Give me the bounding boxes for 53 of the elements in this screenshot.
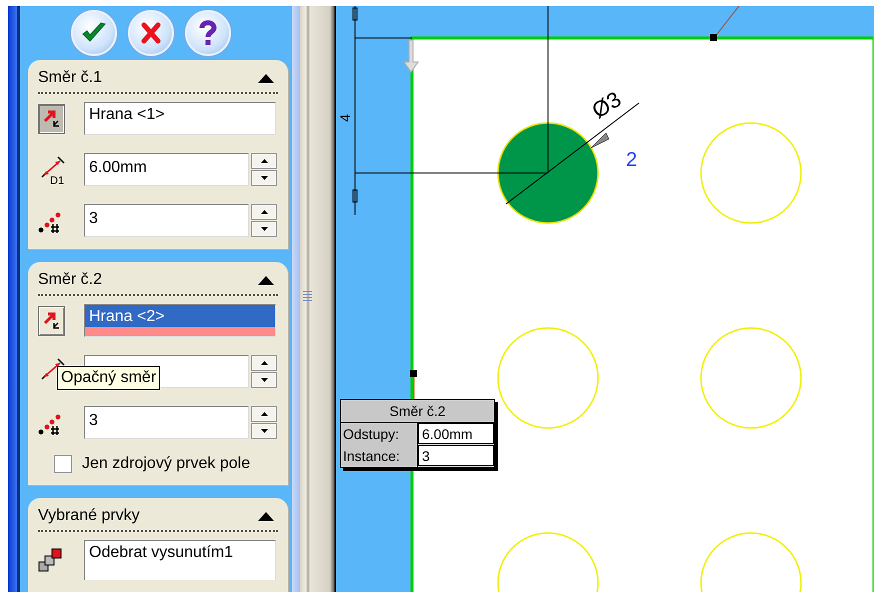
ok-button[interactable] <box>71 10 117 56</box>
down-arrow-icon <box>260 378 268 382</box>
direction-arrows-icon <box>42 312 60 330</box>
selection-field[interactable]: Hrana <1> <box>84 102 276 135</box>
callout-value-field[interactable]: 3 <box>418 445 494 466</box>
up-arrow-icon <box>260 412 268 416</box>
down-arrow-icon <box>260 429 268 433</box>
close-icon <box>141 22 161 44</box>
spin-up-button[interactable] <box>251 355 277 371</box>
spin-down-button[interactable] <box>251 221 277 237</box>
spin-up-button[interactable] <box>251 204 277 220</box>
hole-circle[interactable] <box>497 122 599 224</box>
handle-point[interactable] <box>710 34 717 41</box>
instances-field[interactable]: 3 <box>84 204 249 237</box>
grip-icon <box>303 291 312 301</box>
collapse-icon[interactable] <box>258 74 274 82</box>
instances-field[interactable]: 3 <box>84 406 249 439</box>
splitter[interactable] <box>300 6 336 592</box>
spin-down-button[interactable] <box>251 423 277 439</box>
selection-field[interactable]: Hrana <2> <box>84 304 276 337</box>
group-title: Směr č.1 <box>38 69 102 87</box>
up-arrow-icon <box>260 159 268 163</box>
spin-down-button[interactable] <box>251 372 277 388</box>
list-item[interactable]: Odebrat vysunutím1 <box>89 544 271 562</box>
collapse-icon[interactable] <box>258 276 274 284</box>
checkbox[interactable] <box>54 455 72 473</box>
down-arrow-icon <box>260 227 268 231</box>
checkbox-label: Jen zdrojový prvek pole <box>82 455 250 473</box>
spacing-field[interactable]: 6.00mm <box>84 153 249 186</box>
help-button[interactable] <box>185 10 231 56</box>
up-arrow-icon <box>260 361 268 365</box>
spin-up-button[interactable] <box>251 153 277 169</box>
reverse-direction-button[interactable] <box>38 306 65 336</box>
up-arrow-icon <box>260 210 268 214</box>
tooltip: Opačný směr <box>57 366 160 390</box>
instance-label: 2 <box>626 149 638 171</box>
direction-arrows-icon <box>42 110 60 128</box>
dimension-value: 4 <box>337 114 353 122</box>
spin-up-button[interactable] <box>251 406 277 422</box>
diameter-dimension: Ø3 <box>587 86 626 124</box>
group-title: Vybrané prvky <box>38 507 140 525</box>
collapse-icon[interactable] <box>258 512 274 520</box>
reverse-direction-button[interactable] <box>38 104 65 134</box>
down-arrow-icon <box>403 40 419 73</box>
question-mark-icon <box>199 20 217 46</box>
handle-point[interactable] <box>410 370 417 377</box>
spin-down-button[interactable] <box>251 170 277 186</box>
down-arrow-icon <box>260 176 268 180</box>
cancel-button[interactable] <box>128 10 174 56</box>
features-list[interactable]: Odebrat vysunutím1 <box>84 540 276 580</box>
group-title: Směr č.2 <box>38 271 102 289</box>
callout-value-field[interactable]: 6.00mm <box>418 423 494 444</box>
feature-cubes-icon <box>38 547 64 573</box>
